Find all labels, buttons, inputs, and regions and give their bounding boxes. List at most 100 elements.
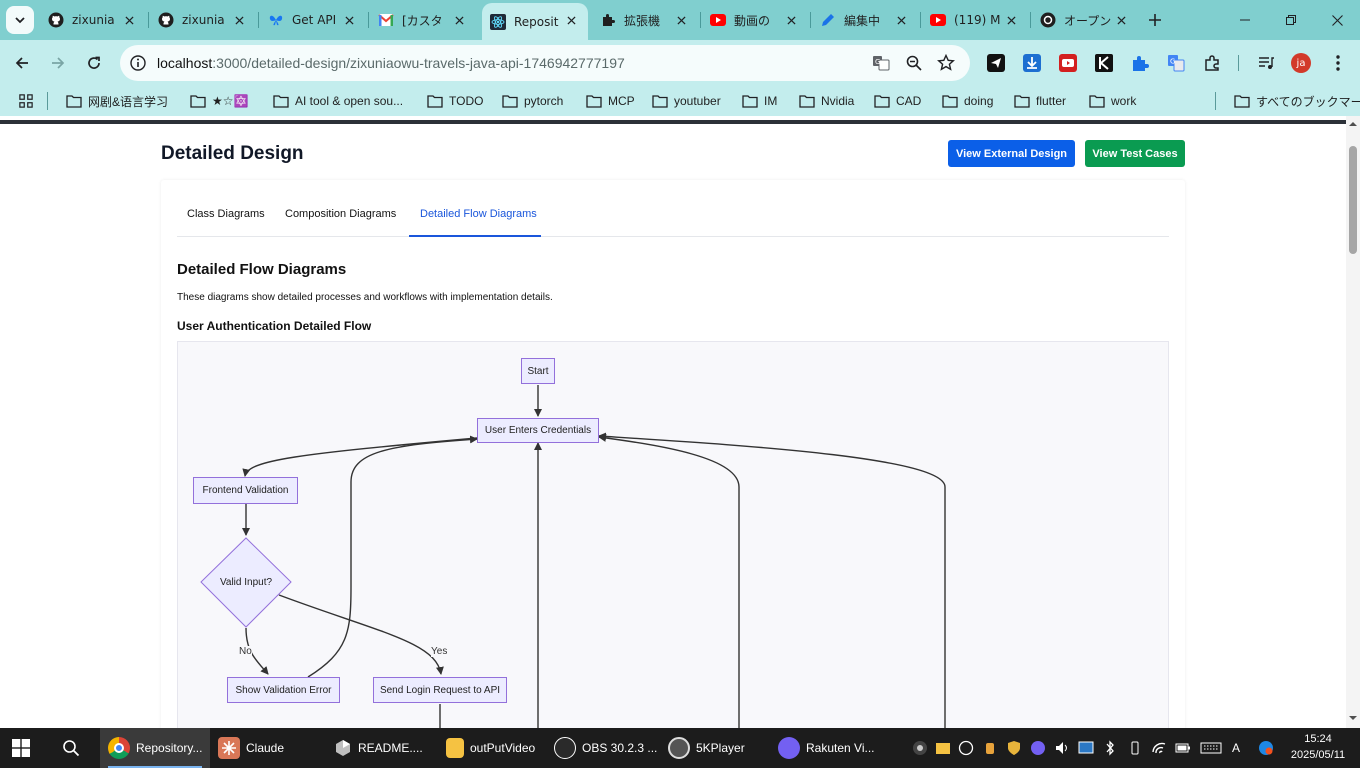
- extension-puzzle-blue-icon[interactable]: [1129, 52, 1151, 74]
- view-external-design-button[interactable]: View External Design: [948, 140, 1075, 167]
- tray-usb-drive-icon[interactable]: [1127, 740, 1143, 756]
- close-icon: [1331, 14, 1343, 26]
- bookmark-folder[interactable]: Nvidia: [799, 91, 854, 111]
- extension-k-icon[interactable]: [1093, 52, 1115, 74]
- taskbar-item-viber[interactable]: Rakuten Vi...: [778, 728, 888, 768]
- folder-icon: [652, 95, 668, 108]
- browser-tab[interactable]: 拡張機: [592, 3, 698, 37]
- restore-button[interactable]: [1268, 0, 1314, 40]
- start-button[interactable]: [12, 728, 36, 768]
- bookmark-folder[interactable]: ★☆🔯: [190, 91, 248, 111]
- tray-app-icon[interactable]: [912, 740, 928, 756]
- extension-youtube-icon[interactable]: [1057, 52, 1079, 74]
- tray-shield-icon[interactable]: [1006, 740, 1022, 756]
- close-icon[interactable]: [1004, 13, 1018, 27]
- scrollbar-thumb[interactable]: [1349, 146, 1357, 254]
- bookmark-folder[interactable]: CAD: [874, 91, 921, 111]
- folder-icon: [273, 95, 289, 108]
- content-card: Class Diagrams Composition Diagrams Deta…: [161, 180, 1185, 728]
- tab-composition-diagrams[interactable]: Composition Diagrams: [285, 208, 396, 220]
- taskbar-item-claude[interactable]: Claude: [218, 728, 318, 768]
- browser-tab[interactable]: 編集中: [812, 3, 918, 37]
- bookmark-folder[interactable]: pytorch: [502, 91, 563, 111]
- youtube-icon: [710, 12, 726, 28]
- close-icon[interactable]: [674, 13, 688, 27]
- browser-tab[interactable]: (119) M: [922, 3, 1028, 37]
- keyboard-icon[interactable]: [1200, 740, 1222, 756]
- back-button[interactable]: [6, 47, 38, 79]
- more-menu-icon[interactable]: [1327, 52, 1349, 74]
- forward-button[interactable]: [42, 47, 74, 79]
- view-test-cases-button[interactable]: View Test Cases: [1085, 140, 1185, 167]
- bookmark-folder[interactable]: 网剧&语言学习: [66, 91, 168, 111]
- scroll-down-icon[interactable]: [1349, 714, 1357, 722]
- all-bookmarks-folder[interactable]: すべてのブックマーク: [1234, 91, 1360, 111]
- close-icon[interactable]: [232, 13, 246, 27]
- tab-search-button[interactable]: [6, 6, 34, 34]
- tab-detailed-flow-diagrams[interactable]: Detailed Flow Diagrams: [420, 208, 537, 220]
- close-window-button[interactable]: [1314, 0, 1360, 40]
- browser-tab[interactable]: zixunia: [150, 3, 256, 37]
- system-clock[interactable]: 15:24 2025/05/11: [1286, 731, 1350, 763]
- taskbar-item-5kplayer[interactable]: 5KPlayer: [668, 728, 768, 768]
- scroll-up-icon[interactable]: [1349, 120, 1357, 128]
- tray-obs-icon[interactable]: [958, 740, 974, 756]
- translate-icon[interactable]: G: [872, 54, 890, 72]
- site-info-icon[interactable]: [129, 54, 147, 72]
- tray-usb-icon[interactable]: [982, 740, 998, 756]
- close-icon[interactable]: [564, 13, 578, 27]
- close-icon[interactable]: [452, 13, 466, 27]
- edge-credentials-frontend: [242, 437, 478, 477]
- address-bar[interactable]: localhost:3000/detailed-design/zixuniaow…: [120, 45, 970, 81]
- browser-tab[interactable]: zixunia: [40, 3, 146, 37]
- close-icon[interactable]: [342, 13, 356, 27]
- tray-folder-icon[interactable]: [935, 740, 951, 756]
- browser-tab[interactable]: [カスタ: [370, 3, 476, 37]
- tab-class-diagrams[interactable]: Class Diagrams: [187, 208, 265, 220]
- page-scrollbar[interactable]: [1346, 116, 1360, 728]
- bookmark-folder[interactable]: MCP: [586, 91, 635, 111]
- search-button[interactable]: [62, 728, 84, 768]
- bluetooth-icon[interactable]: [1102, 740, 1118, 756]
- close-icon[interactable]: [122, 13, 136, 27]
- new-tab-button[interactable]: [1145, 10, 1165, 30]
- bookmark-folder[interactable]: AI tool & open sou...: [273, 91, 403, 111]
- tray-display-icon[interactable]: [1078, 740, 1094, 756]
- bookmark-folder[interactable]: IM: [742, 91, 777, 111]
- tray-viber-icon[interactable]: [1030, 740, 1046, 756]
- reload-button[interactable]: [78, 47, 110, 79]
- url-text[interactable]: localhost:3000/detailed-design/zixuniaow…: [157, 55, 625, 71]
- extensions-menu-icon[interactable]: [1201, 52, 1223, 74]
- bookmark-folder[interactable]: TODO: [427, 91, 483, 111]
- browser-tab[interactable]: オープン: [1032, 3, 1138, 37]
- battery-icon[interactable]: [1175, 740, 1191, 756]
- bookmark-folder[interactable]: youtuber: [652, 91, 721, 111]
- browser-tab[interactable]: Get API: [260, 3, 366, 37]
- wifi-icon[interactable]: [1151, 740, 1167, 756]
- close-icon[interactable]: [894, 13, 908, 27]
- bookmark-folder[interactable]: flutter: [1014, 91, 1066, 111]
- close-icon[interactable]: [1114, 13, 1128, 27]
- extension-send-icon[interactable]: [985, 52, 1007, 74]
- close-icon[interactable]: [784, 13, 798, 27]
- media-control-icon[interactable]: [1255, 52, 1277, 74]
- speaker-icon[interactable]: [1054, 740, 1070, 756]
- zoom-icon[interactable]: [905, 54, 923, 72]
- minimize-button[interactable]: [1222, 0, 1268, 40]
- tray-copilot-icon[interactable]: [1258, 740, 1274, 756]
- ime-indicator[interactable]: A: [1232, 728, 1246, 768]
- bookmark-star-icon[interactable]: [937, 53, 955, 72]
- browser-tab-active[interactable]: Reposit: [482, 3, 588, 40]
- bookmark-folder[interactable]: doing: [942, 91, 993, 111]
- taskbar-item-folder[interactable]: outPutVideo: [446, 728, 546, 768]
- taskbar-item-chrome[interactable]: Repository...: [100, 728, 210, 768]
- extension-download-icon[interactable]: [1021, 52, 1043, 74]
- taskbar-item-obs[interactable]: OBS 30.2.3 ...: [554, 728, 659, 768]
- profile-avatar[interactable]: ja: [1290, 52, 1312, 74]
- folder-icon: [1089, 95, 1105, 108]
- extension-translate-icon[interactable]: G: [1165, 52, 1187, 74]
- taskbar-item-cursor[interactable]: README....: [334, 728, 439, 768]
- apps-grid-icon[interactable]: [18, 91, 40, 111]
- browser-tab[interactable]: 動画の: [702, 3, 808, 37]
- bookmark-folder[interactable]: work: [1089, 91, 1136, 111]
